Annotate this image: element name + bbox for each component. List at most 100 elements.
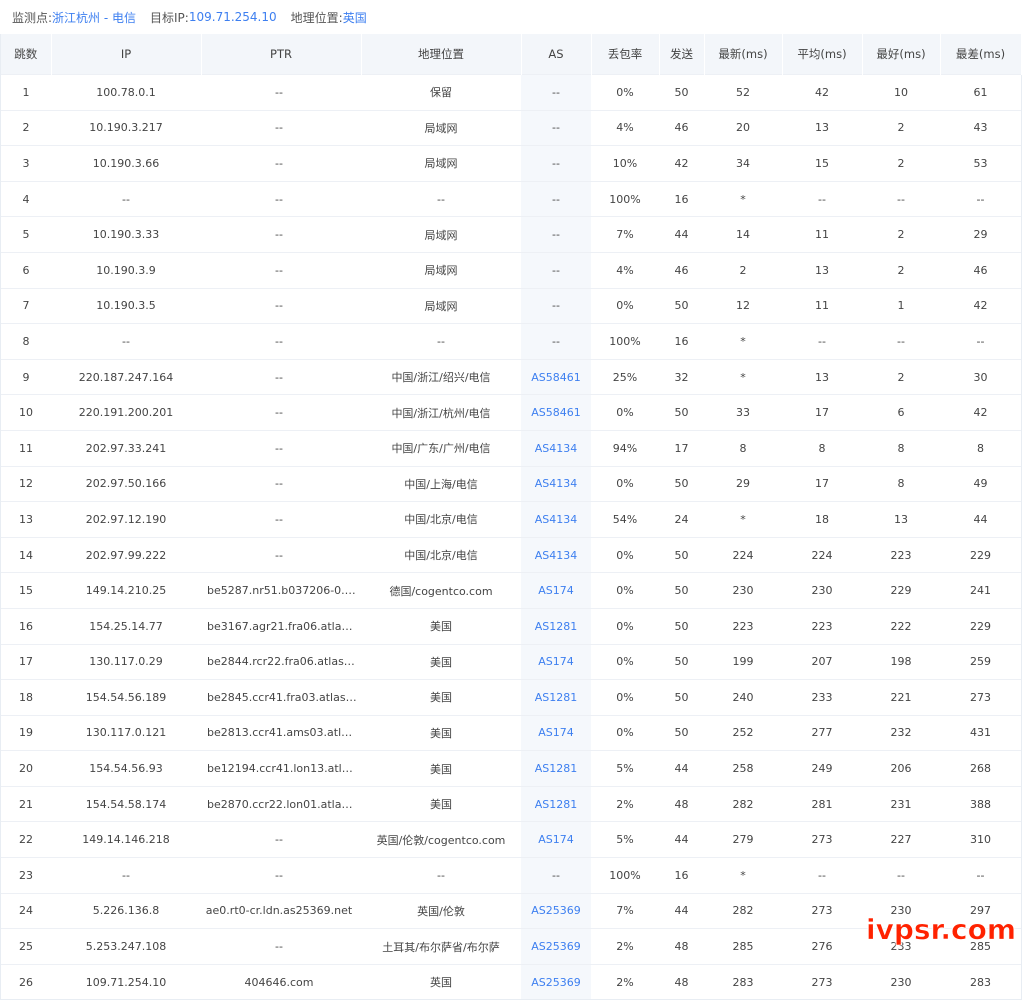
- as-link[interactable]: AS174: [538, 726, 574, 739]
- cell-last: 230: [704, 572, 782, 609]
- cell-as: --: [521, 74, 591, 111]
- cell-ip: 130.117.0.29: [51, 643, 201, 680]
- table-row: 3 10.190.3.66 -- 局域网 -- 10% 42 34 15 2 53: [1, 145, 1021, 182]
- cell-sent: 46: [659, 251, 704, 289]
- cell-worst: 268: [940, 750, 1021, 787]
- as-link[interactable]: AS25369: [531, 940, 581, 953]
- cell-hop: 25: [1, 928, 51, 965]
- cell-ip: 10.190.3.5: [51, 287, 201, 324]
- cell-hop: 6: [1, 251, 51, 289]
- cell-hop: 13: [1, 501, 51, 538]
- cell-last: 223: [704, 607, 782, 644]
- cell-ptr: be2813.ccr41.ams03.atlas.co...: [201, 714, 361, 751]
- as-link[interactable]: AS174: [538, 833, 574, 846]
- table-body: 1 100.78.0.1 -- 保留 -- 0% 50 52 42 10 61 2 10.190.3.2…: [1, 74, 1021, 1000]
- cell-sent: 44: [659, 892, 704, 929]
- cell-avg: 11: [782, 287, 862, 324]
- cell-loss: 0%: [591, 679, 659, 716]
- cell-hop: 2: [1, 109, 51, 146]
- cell-worst: 283: [940, 963, 1021, 1000]
- col-ptr: PTR: [201, 34, 362, 75]
- cell-hop: 21: [1, 785, 51, 822]
- cell-worst: --: [940, 323, 1021, 360]
- as-link[interactable]: AS174: [538, 655, 574, 668]
- cell-as: AS25369: [521, 963, 591, 1000]
- cell-last: *: [704, 501, 782, 538]
- cell-loss: 94%: [591, 429, 659, 467]
- as-link[interactable]: AS174: [538, 584, 574, 597]
- cell-ptr: --: [201, 501, 361, 538]
- cell-location: 局域网: [361, 109, 521, 146]
- table-row: 9 220.187.247.164 -- 中国/浙江/绍兴/电信 AS58461 25% 3…: [1, 358, 1021, 395]
- as-link[interactable]: AS1281: [535, 762, 578, 775]
- cell-ip: 5.226.136.8: [51, 892, 201, 929]
- cell-ptr: --: [201, 216, 361, 253]
- table-row: 8 -- -- -- -- 100% 16 * -- -- --: [1, 323, 1021, 360]
- trace-table-container: 跳数 IP PTR 地理位置 AS 丢包率 发送 最新(ms) 平均(ms) 最…: [0, 34, 1022, 1000]
- cell-loss: 2%: [591, 785, 659, 822]
- cell-worst: 259: [940, 643, 1021, 680]
- cell-sent: 16: [659, 180, 704, 217]
- cell-sent: 44: [659, 216, 704, 253]
- as-link[interactable]: AS4134: [535, 549, 578, 562]
- cell-avg: 273: [782, 821, 862, 858]
- cell-worst: --: [940, 857, 1021, 894]
- table-row: 2 10.190.3.217 -- 局域网 -- 4% 46 20 13 2 43: [1, 109, 1021, 146]
- as-link[interactable]: AS58461: [531, 406, 581, 419]
- cell-sent: 50: [659, 714, 704, 751]
- as-link[interactable]: AS4134: [535, 442, 578, 455]
- cell-loss: 0%: [591, 572, 659, 609]
- cell-best: 2: [862, 145, 940, 182]
- cell-ip: --: [51, 323, 201, 360]
- cell-loss: 54%: [591, 501, 659, 538]
- cell-ptr: be5287.nr51.b037206-0.fra0...: [201, 572, 361, 609]
- cell-hop: 18: [1, 679, 51, 716]
- cell-worst: 388: [940, 785, 1021, 822]
- cell-ip: --: [51, 180, 201, 217]
- table-row: 1 100.78.0.1 -- 保留 -- 0% 50 52 42 10 61: [1, 74, 1021, 111]
- cell-sent: 46: [659, 109, 704, 146]
- cell-as: --: [521, 857, 591, 894]
- as-link[interactable]: AS4134: [535, 477, 578, 490]
- cell-loss: 10%: [591, 145, 659, 182]
- cell-best: 232: [862, 714, 940, 751]
- cell-hop: 4: [1, 180, 51, 217]
- cell-sent: 50: [659, 74, 704, 111]
- cell-avg: 277: [782, 714, 862, 751]
- as-link[interactable]: AS1281: [535, 798, 578, 811]
- cell-ptr: --: [201, 180, 361, 217]
- as-link[interactable]: AS4134: [535, 513, 578, 526]
- cell-sent: 16: [659, 857, 704, 894]
- cell-location: 保留: [361, 74, 521, 111]
- cell-as: AS1281: [521, 785, 591, 822]
- cell-loss: 7%: [591, 216, 659, 253]
- cell-avg: --: [782, 857, 862, 894]
- table-row: 19 130.117.0.121 be2813.ccr41.ams03.atlas.…: [1, 714, 1021, 751]
- cell-last: 52: [704, 74, 782, 111]
- cell-hop: 23: [1, 857, 51, 894]
- cell-sent: 50: [659, 643, 704, 680]
- cell-worst: 273: [940, 679, 1021, 716]
- cell-ptr: be2870.ccr22.lon01.atlas.cog...: [201, 785, 361, 822]
- cell-as: AS174: [521, 572, 591, 609]
- cell-last: 29: [704, 465, 782, 502]
- cell-best: --: [862, 857, 940, 894]
- as-link[interactable]: AS1281: [535, 620, 578, 633]
- cell-sent: 44: [659, 821, 704, 858]
- cell-sent: 48: [659, 963, 704, 1000]
- table-row: 7 10.190.3.5 -- 局域网 -- 0% 50 12 11 1 42: [1, 287, 1021, 324]
- table-row: 6 10.190.3.9 -- 局域网 -- 4% 46 2 13 2 46: [1, 251, 1021, 289]
- table-row: 13 202.97.12.190 -- 中国/北京/电信 AS4134 54% 24 * 18 1…: [1, 501, 1021, 538]
- cell-location: 局域网: [361, 287, 521, 324]
- cell-last: 285: [704, 928, 782, 965]
- table-row: 20 154.54.56.93 be12194.ccr41.lon13.atlas.…: [1, 750, 1021, 787]
- as-link[interactable]: AS58461: [531, 371, 581, 384]
- cell-as: --: [521, 109, 591, 146]
- as-link[interactable]: AS25369: [531, 904, 581, 917]
- cell-hop: 22: [1, 821, 51, 858]
- cell-hop: 26: [1, 963, 51, 1000]
- cell-as: AS1281: [521, 750, 591, 787]
- as-link[interactable]: AS25369: [531, 976, 581, 989]
- cell-loss: 2%: [591, 963, 659, 1000]
- as-link[interactable]: AS1281: [535, 691, 578, 704]
